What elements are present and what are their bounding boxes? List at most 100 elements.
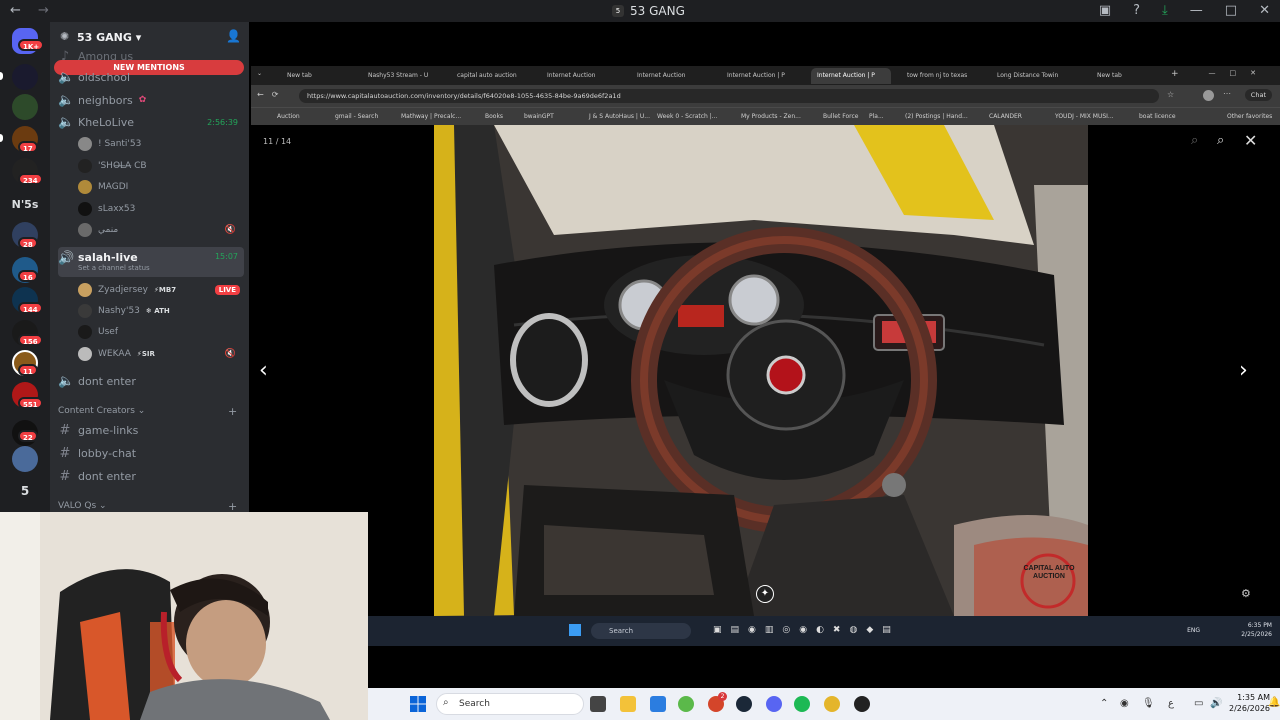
- bookmark[interactable]: Books: [485, 113, 503, 120]
- language-indicator[interactable]: ENG: [1187, 627, 1200, 634]
- star-icon[interactable]: ☆: [1167, 90, 1174, 99]
- system-clock[interactable]: 1:35 AM 2/26/2026: [1229, 692, 1270, 714]
- browser-tab-active[interactable]: Internet Auction | P: [811, 68, 891, 84]
- accessibility-icon[interactable]: ✦: [756, 585, 774, 603]
- browser-tab[interactable]: Internet Auction: [541, 68, 617, 84]
- bookmark[interactable]: gmail - Search: [335, 113, 378, 120]
- server-icon[interactable]: [12, 94, 38, 120]
- window-controls[interactable]: —□✕: [1209, 69, 1270, 77]
- browser-tab[interactable]: New tab: [281, 68, 359, 84]
- chrome-icon[interactable]: [824, 696, 840, 712]
- zoom-out-icon[interactable]: ⌕: [1191, 133, 1198, 148]
- task-view-icon[interactable]: [590, 696, 606, 712]
- volume-icon[interactable]: 🔊: [1210, 698, 1222, 709]
- download-icon[interactable]: ⤓: [1162, 3, 1168, 18]
- close-icon[interactable]: ✕: [1244, 131, 1257, 150]
- steam-icon[interactable]: [736, 696, 752, 712]
- channel-lobby-chat[interactable]: # lobby-chat: [58, 443, 244, 463]
- arrow-left-icon[interactable]: ←: [10, 3, 21, 18]
- close-icon[interactable]: ✕: [1259, 3, 1270, 18]
- server-icon[interactable]: [12, 446, 38, 472]
- screen-share-icon[interactable]: ▣: [1099, 3, 1111, 18]
- voice-user[interactable]: MAGDI: [78, 178, 242, 196]
- taskbar-search[interactable]: Search: [591, 623, 691, 639]
- spotify-icon[interactable]: [794, 696, 810, 712]
- browser-tab[interactable]: Internet Auction | P: [721, 68, 797, 84]
- voice-user[interactable]: sLaxx53: [78, 200, 242, 218]
- monitor-icon[interactable]: ▭: [1194, 698, 1203, 709]
- bookmark[interactable]: (2) Postings | Hand...: [905, 113, 968, 120]
- voice-user[interactable]: Nashy'53 ❄ ATH: [78, 302, 242, 320]
- maximize-icon[interactable]: □: [1225, 3, 1237, 18]
- store-icon[interactable]: [650, 696, 666, 712]
- tab-menu-icon[interactable]: ⌄: [257, 70, 262, 77]
- browser-tab[interactable]: Long Distance Towin: [991, 68, 1071, 84]
- windows-start-icon[interactable]: [569, 624, 581, 636]
- browser-nav-icons[interactable]: ←⟳: [257, 90, 286, 99]
- notifications-bell-icon[interactable]: 🔔: [1268, 697, 1280, 708]
- voice-user[interactable]: Zyadjersey ⚡MB7 LIVE: [78, 281, 242, 299]
- add-member-icon[interactable]: 👤: [226, 29, 241, 43]
- zoom-in-icon[interactable]: ⌕: [1217, 133, 1224, 148]
- bookmark[interactable]: bwainGPT: [524, 113, 554, 120]
- next-arrow-icon[interactable]: ›: [1239, 358, 1248, 383]
- server-text-icon[interactable]: N'5s: [0, 198, 50, 211]
- bookmark[interactable]: Pla...: [869, 113, 884, 120]
- file-explorer-icon[interactable]: [620, 696, 636, 712]
- add-channel-icon[interactable]: +: [228, 405, 237, 418]
- bookmark[interactable]: CALANDER: [989, 113, 1022, 120]
- bookmark[interactable]: J & S AutoHaus | U...: [589, 113, 650, 120]
- voice-user[interactable]: ! Santi'53: [78, 135, 242, 153]
- bookmark[interactable]: Auction: [277, 113, 300, 120]
- bookmark[interactable]: YOUDJ - MIX MUSI...: [1055, 113, 1114, 120]
- channel-dont-enter[interactable]: 🔈 dont enter: [58, 371, 244, 391]
- browser-tab[interactable]: tow from nj to texas: [901, 68, 981, 84]
- bookmark[interactable]: My Products - Zen...: [741, 113, 801, 120]
- channel-salah-live[interactable]: 🔊 salah-live 15:07 Set a channel status: [58, 247, 244, 277]
- copilot-chat-button[interactable]: Chat: [1244, 89, 1272, 101]
- voice-user[interactable]: WEKAA ⚡SIR 🔇: [78, 345, 242, 363]
- bookmark[interactable]: boat licence: [1139, 113, 1176, 120]
- taskbar-app-icons[interactable]: ▣▤◉▥◎◉◐✖◍◆▤: [713, 625, 900, 635]
- bookmark[interactable]: Mathway | Precalc...: [401, 113, 461, 120]
- server-icon[interactable]: [12, 64, 38, 90]
- bookmark[interactable]: Other favorites: [1227, 113, 1272, 120]
- bookmark[interactable]: Bullet Force: [823, 113, 858, 120]
- new-tab-icon[interactable]: +: [1171, 69, 1179, 79]
- category-content-creators[interactable]: Content Creators ⌄ +: [58, 405, 248, 418]
- settings-gear-icon[interactable]: ⚙: [1241, 587, 1251, 600]
- add-channel-icon[interactable]: +: [228, 500, 237, 512]
- channel-oldschool[interactable]: 🔈 oldschool: [58, 67, 244, 87]
- browser-tab[interactable]: New tab: [1091, 68, 1155, 84]
- channel-dont-enter-2[interactable]: # dont enter: [58, 466, 244, 486]
- voice-user[interactable]: 'SHO̶L̶A̶‪ CB: [78, 157, 242, 175]
- previous-arrow-icon[interactable]: ‹: [259, 358, 268, 383]
- channel-status[interactable]: Set a channel status: [78, 264, 150, 272]
- app-icon[interactable]: [854, 696, 870, 712]
- browser-tab[interactable]: capital auto auction: [451, 68, 527, 84]
- profile-icon[interactable]: [1203, 90, 1214, 101]
- help-icon[interactable]: ?: [1133, 3, 1140, 18]
- system-clock[interactable]: 6:35 PM 2/25/2026: [1241, 621, 1272, 639]
- bookmark[interactable]: Week 0 - Scratch |...: [657, 113, 718, 120]
- url-field[interactable]: https://www.capitalautoauction.com/inven…: [299, 89, 1159, 103]
- voice-user[interactable]: Usef: [78, 323, 242, 341]
- category-valo-qs[interactable]: VALO Qs ⌄ +: [58, 500, 248, 512]
- channel-game-links[interactable]: # game-links: [58, 420, 244, 440]
- arrow-right-icon[interactable]: →: [38, 3, 49, 18]
- app-icon[interactable]: [678, 696, 694, 712]
- browser-tab[interactable]: Nashy53 Stream - U: [362, 68, 438, 84]
- voice-user[interactable]: منمي 🔇: [78, 221, 242, 239]
- browser-tab[interactable]: Internet Auction: [631, 68, 707, 84]
- microphone-icon[interactable]: 🎙: [1142, 698, 1155, 709]
- menu-dots-icon[interactable]: ⋯: [1223, 89, 1231, 98]
- channel-khelolive[interactable]: 🔈 KheLoLive 2:56:39: [58, 112, 244, 132]
- server-text-icon[interactable]: 5: [0, 484, 50, 498]
- discord-icon[interactable]: [766, 696, 782, 712]
- channel-neighbors[interactable]: 🔈 neighbors ✿: [58, 90, 244, 110]
- windows-start-icon[interactable]: [410, 696, 426, 712]
- taskbar-search[interactable]: ⌕ Search: [436, 693, 584, 715]
- minimize-icon[interactable]: —: [1190, 3, 1203, 18]
- chevron-up-icon[interactable]: ⌃: [1100, 698, 1108, 709]
- language-icon[interactable]: ع: [1168, 698, 1174, 709]
